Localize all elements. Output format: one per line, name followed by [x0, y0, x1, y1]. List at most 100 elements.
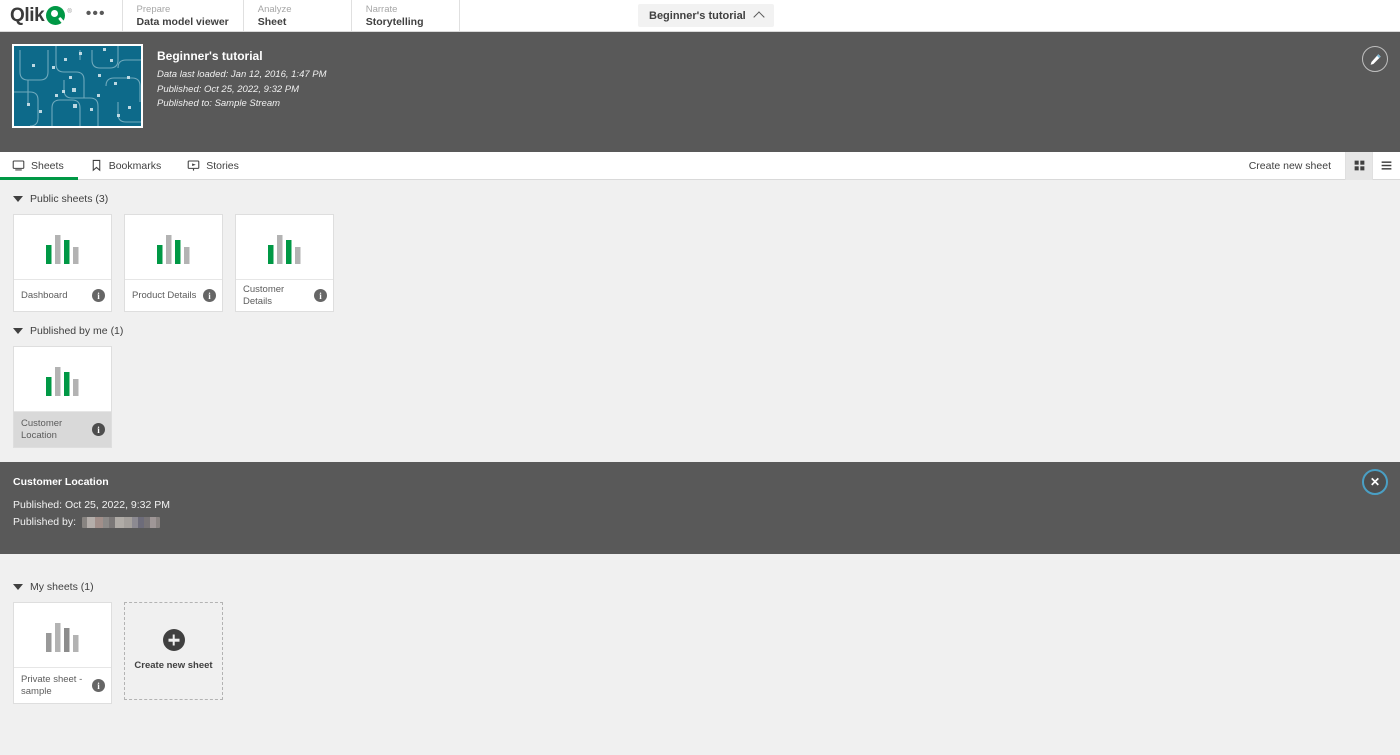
sheet-card-label: Customer Location — [21, 417, 63, 441]
card-row-public-sheets: Dashboard i Product Details i Customer D… — [0, 214, 1400, 312]
edit-app-button[interactable] — [1362, 46, 1388, 72]
section-header-public-sheets[interactable]: Public sheets (3) — [0, 180, 1400, 214]
nav-item-category: Prepare — [136, 4, 171, 16]
nav-divider — [458, 0, 515, 31]
sheet-thumbnail — [125, 215, 222, 279]
bar-chart-thumb — [156, 235, 189, 264]
sheet-thumbnail — [14, 347, 111, 411]
sheet-card-label: Product Details — [132, 289, 197, 301]
sheet-card-label: Customer Details — [243, 283, 285, 307]
bar-chart-thumb — [45, 235, 78, 264]
ellipsis-icon[interactable]: ••• — [80, 5, 112, 22]
sheet-card-footer: Product Details i — [125, 279, 222, 311]
info-icon[interactable]: i — [92, 289, 105, 302]
app-selector-dropdown[interactable]: Beginner's tutorial — [638, 4, 774, 27]
sheet-card-footer: Customer Details i — [236, 279, 333, 311]
section-count: (1) — [110, 325, 124, 337]
bar-chart-thumb-gray — [45, 623, 78, 652]
nav-item-sheet[interactable]: Analyze Sheet — [242, 0, 351, 31]
tab-label: Bookmarks — [108, 159, 162, 172]
sheet-thumbnail — [14, 215, 111, 279]
detail-published-by-row: Published by: — [13, 514, 1400, 531]
sheet-card-footer: Dashboard i — [14, 279, 111, 311]
sheet-card-footer: Private sheet - sample i — [14, 667, 111, 703]
nav-item-category: Narrate — [365, 4, 398, 16]
nav-item-label: Data model viewer — [136, 16, 229, 29]
sheet-card-customer-location[interactable]: Customer Location i — [13, 346, 112, 448]
story-icon — [187, 159, 200, 172]
bar-chart-thumb — [45, 367, 78, 396]
create-new-sheet-card[interactable]: Create new sheet — [124, 602, 223, 700]
bar-chart-thumb — [267, 235, 300, 264]
info-icon[interactable]: i — [203, 289, 216, 302]
tab-sheets[interactable]: Sheets — [0, 152, 78, 180]
caret-down-icon — [13, 584, 23, 590]
detail-panel-spacer — [0, 554, 1400, 568]
sheet-card-customer-details[interactable]: Customer Details i — [235, 214, 334, 312]
sheet-card-label: Private sheet - sample — [21, 673, 83, 697]
section-header-published-by-me[interactable]: Published by me (1) — [0, 312, 1400, 346]
sheet-card-dashboard[interactable]: Dashboard i — [13, 214, 112, 312]
app-thumbnail — [12, 44, 143, 128]
section-title-text: Published by me — [30, 325, 108, 337]
card-row-my-sheets: Private sheet - sample i Create new shee… — [0, 602, 1400, 704]
tab-bookmarks[interactable]: Bookmarks — [78, 152, 176, 179]
sheet-detail-panel: Customer Location Published: Oct 25, 202… — [0, 462, 1400, 554]
grid-view-icon — [1354, 160, 1364, 171]
pencil-icon — [1370, 53, 1381, 65]
tab-stories[interactable]: Stories — [175, 152, 253, 179]
sheet-thumbnail — [14, 603, 111, 667]
chevron-up-icon — [753, 10, 765, 23]
tab-label: Stories — [206, 159, 239, 172]
bookmark-icon — [90, 159, 103, 172]
logo-zone: Qlik ® ••• — [0, 0, 122, 31]
sheet-thumbnail — [236, 215, 333, 279]
section-title: My sheets (1) — [30, 581, 94, 593]
view-mode-toggle — [1345, 151, 1400, 180]
top-navigation-bar: Qlik ® ••• Prepare Data model viewer Ana… — [0, 0, 1400, 32]
section-header-my-sheets[interactable]: My sheets (1) — [0, 568, 1400, 602]
info-icon[interactable]: i — [314, 289, 327, 302]
app-selector-label: Beginner's tutorial — [649, 9, 746, 22]
info-icon[interactable]: i — [92, 679, 105, 692]
app-title: Beginner's tutorial — [157, 49, 263, 63]
list-view-icon — [1381, 161, 1392, 170]
nav-item-label: Sheet — [257, 16, 287, 29]
close-detail-panel-button[interactable]: ✕ — [1362, 469, 1388, 495]
detail-published-date: Published: Oct 25, 2022, 9:32 PM — [13, 499, 171, 511]
section-title: Published by me (1) — [30, 325, 123, 337]
sheet-card-product-details[interactable]: Product Details i — [124, 214, 223, 312]
section-title-text: Public sheets — [30, 193, 93, 205]
content-tabs-bar: Sheets Bookmarks Stories Create new shee… — [0, 151, 1400, 180]
section-count: (3) — [95, 193, 109, 205]
detail-published-by-redacted-value — [82, 516, 161, 528]
section-title-text: My sheets — [30, 581, 78, 593]
tab-label: Sheets — [31, 159, 64, 172]
qlik-logo[interactable]: Qlik ® — [10, 6, 72, 25]
tabs-right-controls: Create new sheet — [1249, 151, 1400, 180]
plus-circle-icon — [162, 629, 185, 652]
card-row-published-by-me: Customer Location i — [0, 346, 1400, 448]
nav-item-storytelling[interactable]: Narrate Storytelling — [350, 0, 459, 31]
caret-down-icon — [13, 196, 23, 202]
qlik-q-logo — [46, 6, 66, 25]
detail-panel-title: Customer Location — [13, 476, 109, 488]
trademark-mark: ® — [67, 9, 72, 15]
create-new-sheet-card-label: Create new sheet — [134, 660, 213, 672]
sheet-card-private-sheet-sample[interactable]: Private sheet - sample i — [13, 602, 112, 704]
app-header: Beginner's tutorial Data last loaded: Ja… — [0, 32, 1400, 152]
nav-item-data-model-viewer[interactable]: Prepare Data model viewer — [121, 0, 243, 31]
app-meta-data-last-loaded: Data last loaded: Jan 12, 2016, 1:47 PM — [157, 69, 327, 80]
section-count: (1) — [80, 581, 94, 593]
sheet-icon — [12, 159, 25, 172]
grid-view-button[interactable] — [1346, 151, 1373, 180]
app-meta-published: Published: Oct 25, 2022, 9:32 PM — [157, 83, 300, 95]
list-view-button[interactable] — [1373, 152, 1400, 180]
app-meta-published-to: Published to: Sample Stream — [157, 98, 281, 110]
detail-published-by-label: Published by: — [13, 515, 77, 528]
info-icon[interactable]: i — [92, 423, 105, 436]
create-new-sheet-link[interactable]: Create new sheet — [1249, 160, 1345, 172]
section-title: Public sheets (3) — [30, 193, 108, 205]
sheets-content-area: Public sheets (3) Dashboard i Product De… — [0, 180, 1400, 704]
logo-wordmark: Qlik — [10, 5, 45, 26]
